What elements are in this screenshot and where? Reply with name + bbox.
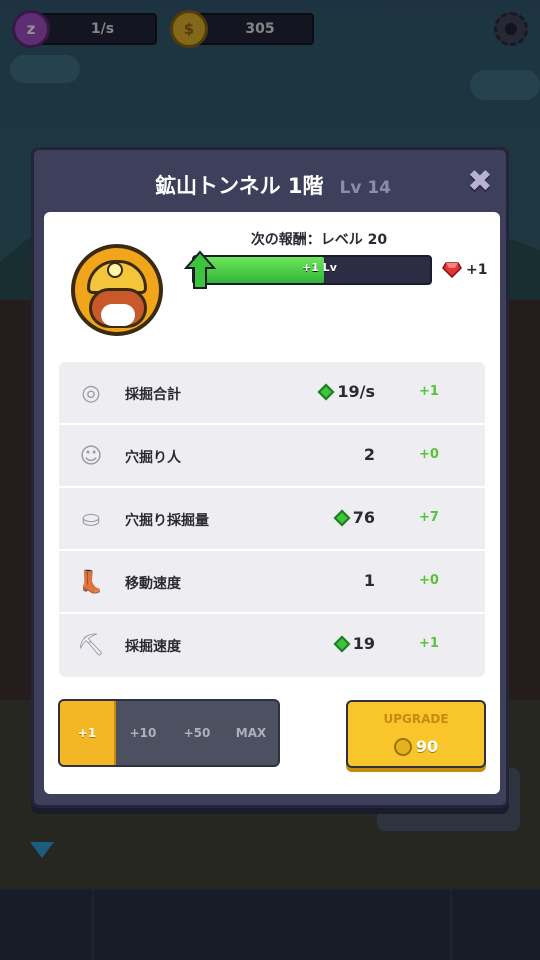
boot-icon: 👢: [77, 569, 105, 595]
stat-row-total-mining: ◎ 採掘合計 19/s +1: [59, 362, 485, 425]
stat-value-text: 1: [363, 571, 375, 590]
miner-icon: ☺: [79, 443, 103, 469]
multiplier-button-10[interactable]: +10: [116, 701, 170, 765]
coin-stack-icon: ◎: [81, 380, 101, 406]
stat-increment: +1: [419, 636, 439, 651]
stat-increment: +7: [419, 510, 439, 525]
green-gem-icon: [333, 509, 351, 526]
green-gem-icon: [317, 383, 335, 400]
stat-increment: +1: [419, 384, 439, 399]
stat-row-digger-capacity: ⛀ 穴掘り採掘量 76 +7: [59, 488, 485, 551]
stat-value: 1: [364, 571, 375, 590]
upgrade-cost: 90: [348, 737, 484, 756]
gem-bonus-text: +1: [466, 262, 488, 278]
multiplier-button-max[interactable]: MAX: [224, 701, 278, 765]
stat-value-text: 19/s: [337, 382, 375, 401]
stat-row-diggers: ☺ 穴掘り人 2 +0: [59, 425, 485, 488]
level-progress-text: +1 Lv: [302, 261, 337, 274]
stat-increment: +0: [419, 573, 439, 588]
stat-value-text: 76: [352, 508, 375, 527]
miner-avatar: [71, 244, 163, 336]
ruby-icon: [442, 262, 462, 278]
modal-level: Lv 14: [339, 178, 392, 198]
coin-icon: [393, 737, 412, 756]
stat-label: 採掘合計: [125, 387, 181, 403]
multiplier-button-50[interactable]: +50: [170, 701, 224, 765]
stat-value-text: 19: [352, 634, 375, 653]
level-up-arrow-icon: [184, 250, 216, 289]
stats-table: ◎ 採掘合計 19/s +1 ☺ 穴掘り人 2 +0 ⛀ 穴掘り採掘量 76 +…: [59, 362, 485, 677]
upgrade-button[interactable]: UPGRADE 90: [346, 700, 486, 768]
stat-value: 19/s: [317, 382, 375, 401]
ore-load-icon: ⛀: [81, 506, 101, 532]
upgrade-modal: 鉱山トンネル 1階 Lv 14 ✖ 次の報酬：レベル 20 +1 Lv +1 ◎: [31, 147, 509, 808]
upgrade-button-label: UPGRADE: [383, 712, 449, 726]
stat-value: 19: [333, 634, 375, 653]
stat-row-move-speed: 👢 移動速度 1 +0: [59, 551, 485, 614]
modal-title-text: 鉱山トンネル 1階: [154, 174, 324, 198]
stat-value: 76: [333, 508, 375, 527]
stat-value-text: 2: [363, 445, 375, 464]
stat-label: 穴掘り人: [125, 450, 181, 466]
modal-panel: 次の報酬：レベル 20 +1 Lv +1 ◎ 採掘合計 19/s +1 ☺ 穴掘…: [44, 212, 500, 794]
stat-label: 穴掘り採掘量: [125, 513, 209, 529]
upgrade-multiplier-selector: +1 +10 +50 MAX: [58, 699, 280, 767]
stat-label: 採掘速度: [125, 639, 181, 655]
stat-value: 2: [364, 445, 375, 464]
miner-muzzle: [101, 304, 135, 326]
upgrade-cost-text: 90: [415, 737, 439, 756]
stat-label: 移動速度: [125, 576, 181, 592]
modal-title: 鉱山トンネル 1階 Lv 14: [34, 170, 512, 200]
level-progress-bar: +1 Lv: [192, 255, 432, 285]
gem-bonus: +1: [442, 262, 487, 278]
stat-increment: +0: [419, 447, 439, 462]
pickaxe-icon: ⛏: [77, 632, 105, 658]
helmet-lamp: [107, 262, 123, 278]
multiplier-button-1[interactable]: +1: [60, 701, 116, 765]
next-reward-label: 次の報酬：レベル 20: [250, 232, 388, 248]
close-icon[interactable]: ✖: [464, 164, 496, 199]
green-gem-icon: [333, 635, 351, 652]
stat-row-mining-speed: ⛏ 採掘速度 19 +1: [59, 614, 485, 677]
